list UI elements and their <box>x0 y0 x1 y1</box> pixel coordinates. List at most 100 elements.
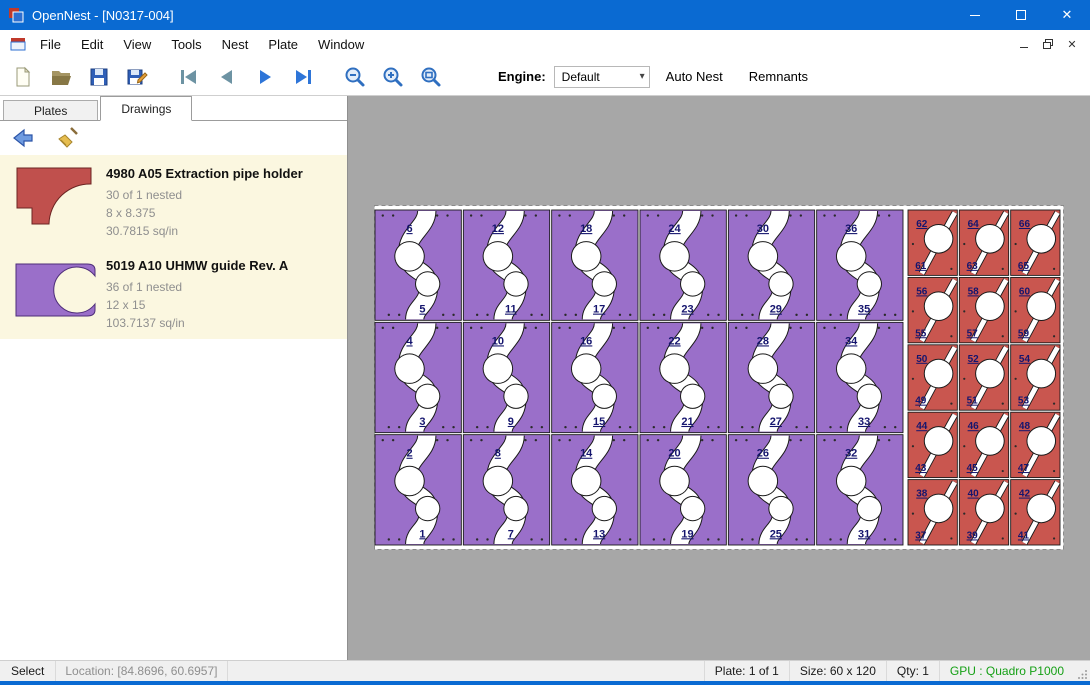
svg-text:39: 39 <box>967 530 979 541</box>
nest-cell-purple[interactable]: 1413 <box>552 435 638 545</box>
save-button[interactable] <box>84 62 114 92</box>
open-button[interactable] <box>46 62 76 92</box>
nest-cell-purple[interactable]: 3231 <box>817 435 903 545</box>
save-as-icon <box>126 66 148 88</box>
remnants-button[interactable]: Remnants <box>739 63 818 90</box>
nest-cell-purple[interactable]: 2221 <box>640 322 726 432</box>
svg-text:20: 20 <box>668 448 680 460</box>
assign-parts-button[interactable] <box>10 125 36 151</box>
svg-text:19: 19 <box>681 528 693 540</box>
list-item[interactable]: 4980 A05 Extraction pipe holder 30 of 1 … <box>0 155 347 247</box>
nest-cell-purple[interactable]: 1211 <box>463 210 549 320</box>
nest-cell-purple[interactable]: 3029 <box>728 210 814 320</box>
nest-cell-red[interactable]: 4039 <box>959 480 1008 545</box>
mdi-child-icon[interactable] <box>10 36 26 52</box>
nest-cell-red[interactable]: 6261 <box>908 210 957 275</box>
resize-grip[interactable] <box>1074 661 1090 681</box>
svg-text:38: 38 <box>916 489 928 500</box>
next-plate-button[interactable] <box>250 62 280 92</box>
nest-canvas[interactable]: 6512111817242330293635431091615222128273… <box>348 96 1090 660</box>
nest-plate-svg[interactable]: 6512111817242330293635431091615222128273… <box>374 205 1064 550</box>
nest-cell-purple[interactable]: 43 <box>375 322 461 432</box>
nest-cell-purple[interactable]: 3433 <box>817 322 903 432</box>
nest-cell-red[interactable]: 6463 <box>959 210 1008 275</box>
svg-text:58: 58 <box>968 286 980 297</box>
clear-button[interactable] <box>56 125 82 151</box>
svg-text:51: 51 <box>967 396 979 407</box>
nest-cell-purple[interactable]: 1817 <box>552 210 638 320</box>
last-plate-button[interactable] <box>288 62 318 92</box>
nest-cell-red[interactable]: 44 43 <box>908 412 957 477</box>
drawing-nested-count: 30 of 1 nested <box>106 186 303 204</box>
menu-nest[interactable]: Nest <box>212 33 259 56</box>
svg-text:46: 46 <box>968 421 980 432</box>
nest-cell-red[interactable]: 4847 <box>1011 412 1060 477</box>
plate[interactable]: 6512111817242330293635431091615222128273… <box>374 205 1064 550</box>
nest-cell-purple[interactable]: 2423 <box>640 210 726 320</box>
svg-text:18: 18 <box>580 223 592 235</box>
window-minimize-button[interactable] <box>952 0 998 30</box>
nest-cell-purple[interactable]: 3635 <box>817 210 903 320</box>
new-button[interactable] <box>8 62 38 92</box>
nest-cell-red[interactable]: 52 51 <box>959 345 1008 410</box>
svg-text:43: 43 <box>915 463 927 474</box>
new-file-icon <box>12 66 34 88</box>
nest-cell-red[interactable]: 6665 <box>1011 210 1060 275</box>
nest-cell-red[interactable]: 5453 <box>1011 345 1060 410</box>
previous-plate-button[interactable] <box>212 62 242 92</box>
svg-text:54: 54 <box>1019 354 1031 365</box>
nest-cell-red[interactable]: 5655 <box>908 277 957 342</box>
nest-cell-purple[interactable]: 2625 <box>728 435 814 545</box>
mdi-restore-button[interactable] <box>1038 35 1058 53</box>
nest-cell-red[interactable]: 4241 <box>1011 480 1060 545</box>
nest-cell-purple[interactable]: 21 <box>375 435 461 545</box>
first-plate-button[interactable] <box>174 62 204 92</box>
nest-cell-purple[interactable]: 109 <box>463 322 549 432</box>
window-maximize-button[interactable] <box>998 0 1044 30</box>
menu-file[interactable]: File <box>30 33 71 56</box>
svg-text:27: 27 <box>770 416 782 428</box>
list-item[interactable]: 5019 A10 UHMW guide Rev. A 36 of 1 neste… <box>0 247 347 339</box>
menu-bar: File Edit View Tools Nest Plate Window ✕ <box>0 30 1090 58</box>
svg-text:44: 44 <box>916 421 928 432</box>
save-as-button[interactable] <box>122 62 152 92</box>
nest-cell-red[interactable]: 3837 <box>908 480 957 545</box>
nest-cell-purple[interactable]: 87 <box>463 435 549 545</box>
mdi-close-button[interactable]: ✕ <box>1062 35 1082 53</box>
window-close-button[interactable]: ✕ <box>1044 0 1090 30</box>
zoom-in-button[interactable] <box>378 62 408 92</box>
maximize-icon <box>1016 10 1026 20</box>
nest-cell-red[interactable]: 5049 <box>908 345 957 410</box>
mdi-minimize-button[interactable] <box>1014 35 1034 53</box>
menu-plate[interactable]: Plate <box>258 33 308 56</box>
nest-cell-purple[interactable]: 65 <box>375 210 461 320</box>
svg-text:2: 2 <box>406 448 412 460</box>
menu-tools[interactable]: Tools <box>161 33 211 56</box>
nest-cell-red[interactable]: 46 45 <box>959 412 1008 477</box>
nest-cell-purple[interactable]: 1615 <box>552 322 638 432</box>
nest-cell-red[interactable]: 6059 <box>1011 277 1060 342</box>
close-icon: ✕ <box>1062 7 1073 23</box>
zoom-fit-button[interactable] <box>416 62 446 92</box>
svg-text:16: 16 <box>580 335 592 347</box>
menu-edit[interactable]: Edit <box>71 33 113 56</box>
nest-cell-red[interactable]: 5857 <box>959 277 1008 342</box>
svg-text:52: 52 <box>968 354 980 365</box>
drawing-title: 5019 A10 UHMW guide Rev. A <box>106 258 288 273</box>
svg-text:60: 60 <box>1019 286 1031 297</box>
menu-window[interactable]: Window <box>308 33 374 56</box>
menu-view[interactable]: View <box>113 33 161 56</box>
engine-value: Default <box>562 70 600 84</box>
auto-nest-button[interactable]: Auto Nest <box>656 63 733 90</box>
svg-text:45: 45 <box>967 463 979 474</box>
svg-text:36: 36 <box>845 223 857 235</box>
svg-text:47: 47 <box>1018 463 1030 474</box>
svg-text:1: 1 <box>419 528 425 540</box>
nest-cell-purple[interactable]: 2019 <box>640 435 726 545</box>
zoom-out-button[interactable] <box>340 62 370 92</box>
engine-combobox[interactable]: Default ▾ <box>554 66 650 88</box>
svg-text:12: 12 <box>492 223 504 235</box>
tab-plates[interactable]: Plates <box>3 100 98 121</box>
tab-drawings[interactable]: Drawings <box>100 96 192 121</box>
nest-cell-purple[interactable]: 2827 <box>728 322 814 432</box>
